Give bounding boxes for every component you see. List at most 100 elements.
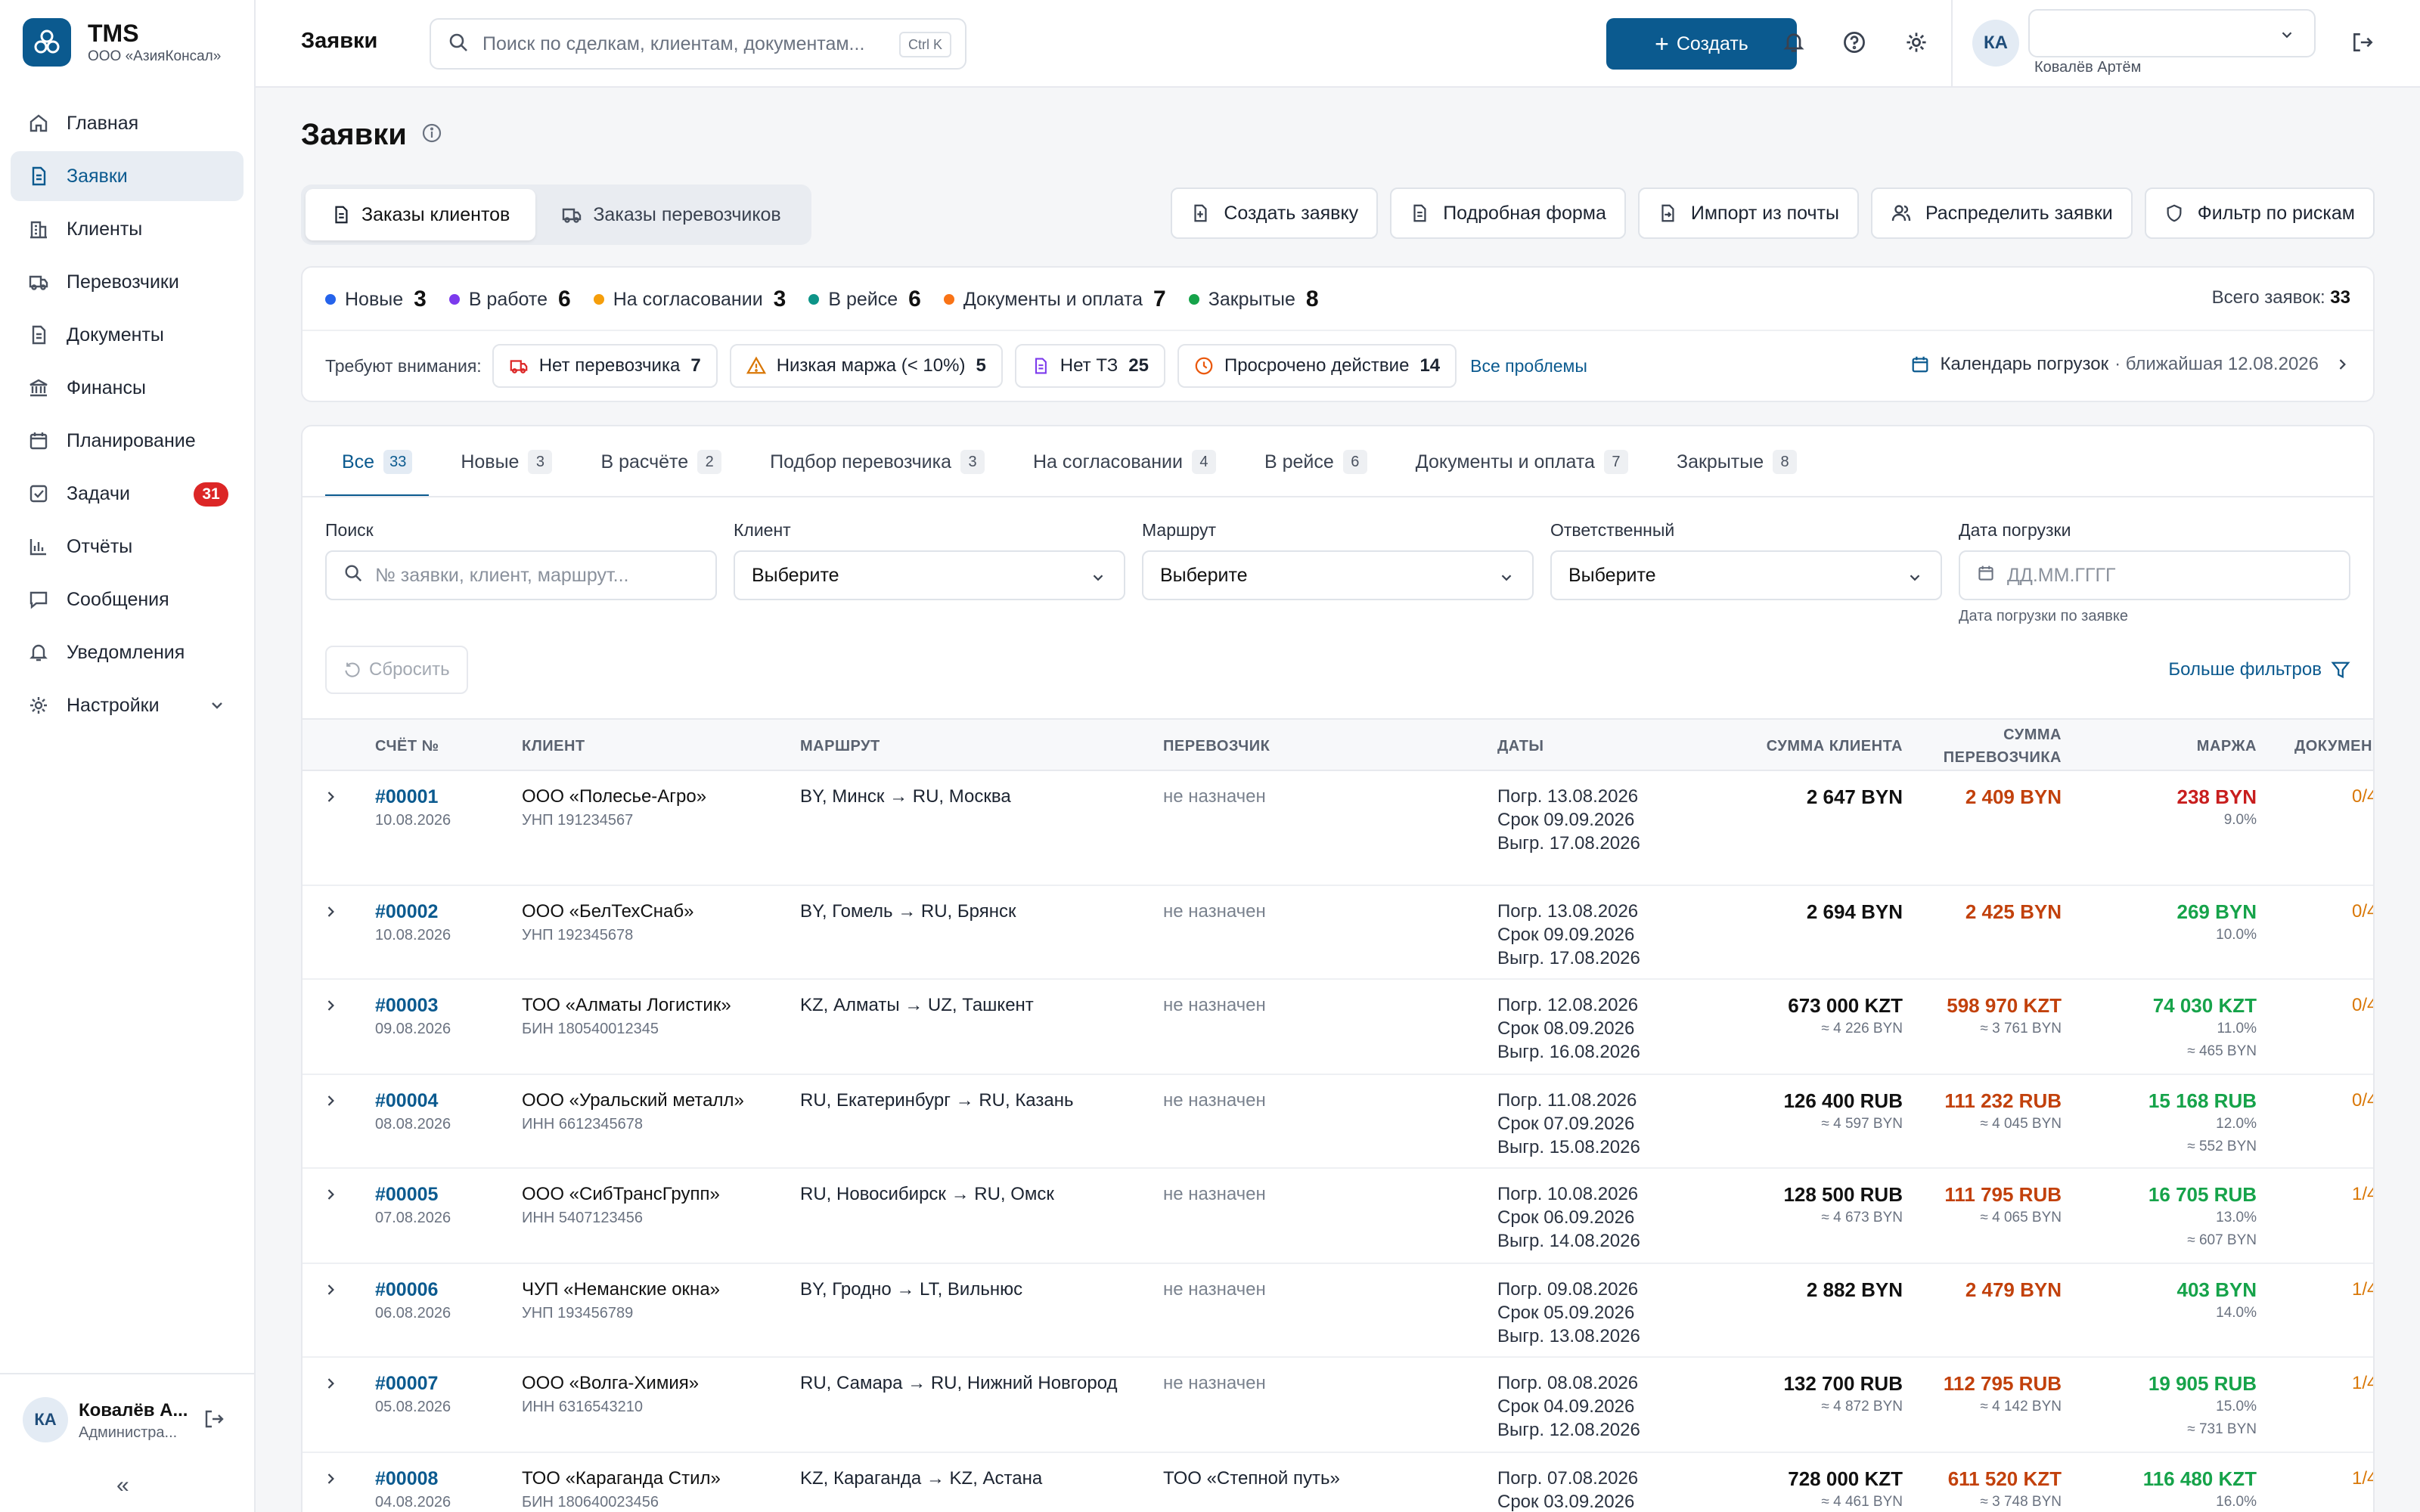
- table-row[interactable]: #00002 10.08.2026 ООО «БелТехСнаб» УНП 192…: [302, 886, 2373, 980]
- global-search-input[interactable]: Поиск по сделкам, клиентам, документам..…: [430, 18, 966, 70]
- tab-closed[interactable]: Закрытые 8: [1660, 426, 1813, 497]
- tab-carrier-selection[interactable]: Подбор перевозчика 3: [753, 426, 1001, 497]
- sidebar-item-documents[interactable]: Документы: [11, 310, 244, 360]
- segment-carrier-orders[interactable]: Заказы перевозчиков: [535, 189, 806, 240]
- tab-in-transit[interactable]: В рейсе 6: [1248, 426, 1384, 497]
- table-row[interactable]: #00007 05.08.2026 ООО «Волга-Химия» ИНН 63…: [302, 1358, 2373, 1453]
- column-header-sum-client[interactable]: СУММА КЛИЕНТА: [1767, 720, 1903, 773]
- status-docs-payment[interactable]: Документы и оплата 7: [943, 287, 1166, 312]
- chevron-right-icon[interactable]: [322, 1092, 339, 1116]
- owner-select[interactable]: Выберите: [1550, 550, 1942, 600]
- status-in-transit[interactable]: В рейсе 6: [808, 287, 921, 312]
- request-id-link[interactable]: #00004: [375, 1089, 451, 1113]
- chevron-right-icon[interactable]: [322, 903, 339, 927]
- chip-overdue[interactable]: Просрочено действие 14: [1177, 344, 1457, 388]
- gear-icon[interactable]: [1903, 29, 1930, 56]
- sidebar-item-messages[interactable]: Сообщения: [11, 575, 244, 624]
- chevron-right-icon[interactable]: [322, 1470, 339, 1494]
- help-icon[interactable]: [1841, 29, 1868, 56]
- route: RU, Екатеринбург → RU, Казань: [800, 1090, 1074, 1111]
- sidebar-item-requests[interactable]: Заявки: [11, 151, 244, 201]
- table-row[interactable]: #00004 08.08.2026 ООО «Уральский металл» И…: [302, 1075, 2373, 1169]
- sidebar-item-tasks[interactable]: Задачи 31: [11, 469, 244, 519]
- route-select[interactable]: Выберите: [1142, 550, 1534, 600]
- status-in-work[interactable]: В работе 6: [448, 287, 571, 312]
- sum-client: 126 400 RUB: [1783, 1089, 1903, 1112]
- table-row[interactable]: #00006 06.08.2026 ЧУП «Неманские окна» УНП…: [302, 1264, 2373, 1358]
- request-id-link[interactable]: #00003: [375, 993, 451, 1018]
- chip-no-spec[interactable]: Нет ТЗ 25: [1014, 344, 1165, 388]
- sidebar-item-home[interactable]: Главная: [11, 98, 244, 148]
- sidebar-item-clients[interactable]: Клиенты: [11, 204, 244, 254]
- chevron-right-icon[interactable]: [322, 1281, 339, 1305]
- status-count: 7: [1153, 287, 1166, 311]
- chevron-right-icon[interactable]: [322, 788, 339, 812]
- chevron-right-icon[interactable]: [322, 1374, 339, 1399]
- status-closed[interactable]: Закрытые 8: [1188, 287, 1319, 312]
- collapse-sidebar-icon[interactable]: «: [116, 1473, 129, 1498]
- column-header-docs[interactable]: ДОКУМЕН: [2294, 720, 2372, 773]
- reset-filters-button[interactable]: Сбросить: [325, 646, 468, 694]
- request-id-link[interactable]: #00006: [375, 1278, 451, 1302]
- all-problems-link[interactable]: Все проблемы: [1470, 356, 1587, 376]
- tab-docs-payment[interactable]: Документы и оплата 7: [1399, 426, 1645, 497]
- status-new[interactable]: Новые 3: [325, 287, 427, 312]
- column-header-sum-carrier[interactable]: СУММА ПЕРЕВОЗЧИКА: [1944, 720, 2062, 773]
- sidebar-item-reports[interactable]: Отчёты: [11, 522, 244, 572]
- sidebar-item-notifications[interactable]: Уведомления: [11, 627, 244, 677]
- margin-converted: ≈ 607 BYN: [2187, 1232, 2257, 1248]
- info-icon[interactable]: [420, 118, 443, 152]
- loading-calendar-link[interactable]: Календарь погрузок · ближайшая 12.08.202…: [1910, 354, 2351, 375]
- table-row[interactable]: #00008 04.08.2026 ТОО «Караганда Стил» БИН…: [302, 1453, 2373, 1512]
- brand[interactable]: TMS ООО «АзияКонсал»: [23, 18, 221, 67]
- logout-icon[interactable]: [203, 1408, 225, 1434]
- sidebar-item-planning[interactable]: Планирование: [11, 416, 244, 466]
- account-select[interactable]: [2028, 9, 2316, 57]
- request-id-link[interactable]: #00001: [375, 785, 451, 809]
- risk-filter-button[interactable]: Фильтр по рискам: [2144, 187, 2375, 239]
- column-header-route[interactable]: МАРШРУТ: [800, 720, 880, 773]
- logout-icon[interactable]: [2350, 30, 2375, 58]
- tab-calculation[interactable]: В расчёте 2: [584, 426, 738, 497]
- detailed-form-button[interactable]: Подробная форма: [1390, 187, 1626, 239]
- sidebar-item-settings[interactable]: Настройки: [11, 680, 244, 730]
- chevron-right-icon[interactable]: [322, 1185, 339, 1210]
- tab-new[interactable]: Новые 3: [444, 426, 569, 497]
- attention-row: Требуют внимания: Нет перевозчика 7 Низка…: [325, 343, 1587, 389]
- request-id-link[interactable]: #00002: [375, 900, 451, 924]
- more-filters-link[interactable]: Больше фильтров: [2168, 659, 2350, 680]
- sidebar-item-carriers[interactable]: Перевозчики: [11, 257, 244, 307]
- column-header-id[interactable]: СЧЁТ №: [375, 720, 439, 773]
- request-id-link[interactable]: #00007: [375, 1371, 451, 1396]
- table-row[interactable]: #00005 07.08.2026 ООО «СибТрансГрупп» ИНН …: [302, 1169, 2373, 1264]
- client-select[interactable]: Выберите: [734, 550, 1125, 600]
- import-mail-button[interactable]: Импорт из почты: [1637, 187, 1859, 239]
- segment-client-orders[interactable]: Заказы клиентов: [306, 189, 536, 240]
- chip-low-margin[interactable]: Низкая маржа (< 10%) 5: [729, 344, 1003, 388]
- create-request-button[interactable]: Создать заявку: [1171, 187, 1379, 239]
- distribute-requests-button[interactable]: Распределить заявки: [1870, 187, 2133, 239]
- column-header-client[interactable]: КЛИЕНТ: [522, 720, 585, 773]
- table-row[interactable]: #00003 09.08.2026 ТОО «Алматы Логистик» БИ…: [302, 980, 2373, 1075]
- unload-date: Выгр. 14.08.2026: [1497, 1231, 1640, 1251]
- column-header-carrier[interactable]: ПЕРЕВОЗЧИК: [1163, 720, 1270, 773]
- table-row[interactable]: #00001 10.08.2026 ООО «Полесье-Агро» УНП 1…: [302, 771, 2373, 886]
- select-value: Выберите: [752, 564, 839, 586]
- status-approval[interactable]: На согласовании 3: [593, 287, 786, 312]
- bell-icon[interactable]: [1780, 29, 1807, 56]
- tab-all[interactable]: Все 33: [325, 426, 430, 497]
- avatar[interactable]: КА: [1972, 20, 2019, 67]
- column-header-margin[interactable]: МАРЖА: [2197, 720, 2257, 773]
- tab-approval[interactable]: На согласовании 4: [1016, 426, 1233, 497]
- client-reg: ИНН 6612345678: [522, 1116, 644, 1132]
- request-id-link[interactable]: #00008: [375, 1467, 451, 1491]
- column-header-dates[interactable]: ДАТЫ: [1497, 720, 1544, 773]
- chip-no-carrier[interactable]: Нет перевозчика 7: [492, 344, 718, 388]
- loading-date-field[interactable]: ДД.ММ.ГГГГ: [1959, 550, 2350, 600]
- chevron-right-icon[interactable]: [322, 996, 339, 1021]
- request-id-link[interactable]: #00005: [375, 1182, 451, 1207]
- avatar[interactable]: КА: [23, 1397, 68, 1442]
- sidebar-item-finance[interactable]: Финансы: [11, 363, 244, 413]
- create-button[interactable]: + Создать: [1606, 18, 1797, 70]
- filter-search-input[interactable]: № заявки, клиент, маршрут...: [325, 550, 717, 600]
